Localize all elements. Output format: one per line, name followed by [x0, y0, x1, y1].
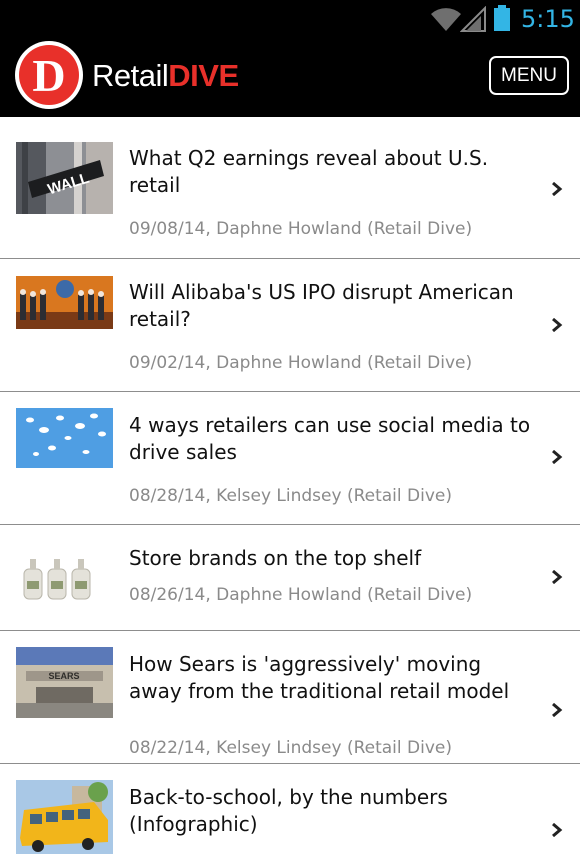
- chevron-right-icon[interactable]: [551, 318, 563, 332]
- article-meta: 08/28/14, Kelsey Lindsey (Retail Dive): [129, 486, 452, 506]
- article-meta: 08/26/14, Daphne Howland (Retail Dive): [129, 585, 473, 605]
- chevron-right-icon[interactable]: [551, 182, 563, 196]
- store-brand-bottles-thumbnail: [16, 553, 113, 605]
- article-item[interactable]: 4 ways retailers can use social media to…: [0, 392, 580, 525]
- article-meta: 09/08/14, Daphne Howland (Retail Dive): [129, 219, 473, 239]
- alibaba-ipo-thumbnail: [16, 276, 113, 329]
- svg-text:SEARS: SEARS: [48, 671, 79, 681]
- article-item[interactable]: Store brands on the top shelf 08/26/14, …: [0, 525, 580, 631]
- article-title[interactable]: 4 ways retailers can use social media to…: [129, 412, 539, 466]
- article-item[interactable]: Back-to-school, by the numbers (Infograp…: [0, 764, 580, 864]
- wall-street-sign-thumbnail: WALL: [16, 142, 113, 214]
- social-birds-thumbnail: [16, 408, 113, 468]
- chevron-right-icon[interactable]: [551, 703, 563, 717]
- battery-icon: [494, 5, 510, 31]
- article-title[interactable]: Back-to-school, by the numbers (Infograp…: [129, 784, 539, 838]
- status-bar: 5:15: [0, 0, 580, 38]
- brand-wordmark: RetailDIVE: [92, 56, 239, 96]
- brand-dive: DIVE: [168, 58, 239, 93]
- school-bus-thumbnail: [16, 780, 113, 854]
- chevron-right-icon[interactable]: [551, 450, 563, 464]
- article-title[interactable]: What Q2 earnings reveal about U.S. retai…: [129, 145, 539, 199]
- brand-retail: Retail: [92, 58, 169, 93]
- article-title[interactable]: How Sears is 'aggressively' moving away …: [129, 651, 539, 705]
- chevron-right-icon[interactable]: [551, 570, 563, 584]
- menu-button[interactable]: MENU: [489, 56, 569, 95]
- article-meta: 09/02/14, Daphne Howland (Retail Dive): [129, 353, 473, 373]
- article-meta: 08/22/14, Kelsey Lindsey (Retail Dive): [129, 738, 452, 758]
- status-time: 5:15: [521, 5, 575, 33]
- app-header: D RetailDIVE MENU: [0, 38, 580, 117]
- chevron-right-icon[interactable]: [551, 823, 563, 837]
- logo-letter: D: [32, 50, 65, 101]
- article-item[interactable]: WALL What Q2 earnings reveal about U.S. …: [0, 117, 580, 259]
- article-title[interactable]: Will Alibaba's US IPO disrupt American r…: [129, 279, 539, 333]
- article-list: WALL What Q2 earnings reveal about U.S. …: [0, 117, 580, 864]
- article-item[interactable]: SEARS How Sears is 'aggressively' moving…: [0, 631, 580, 764]
- article-title[interactable]: Store brands on the top shelf: [129, 545, 539, 572]
- article-item[interactable]: Will Alibaba's US IPO disrupt American r…: [0, 259, 580, 392]
- sears-storefront-thumbnail: SEARS: [16, 647, 113, 718]
- wifi-icon: [431, 8, 461, 32]
- cell-signal-icon: [460, 6, 486, 32]
- retail-dive-logo[interactable]: D: [14, 40, 84, 110]
